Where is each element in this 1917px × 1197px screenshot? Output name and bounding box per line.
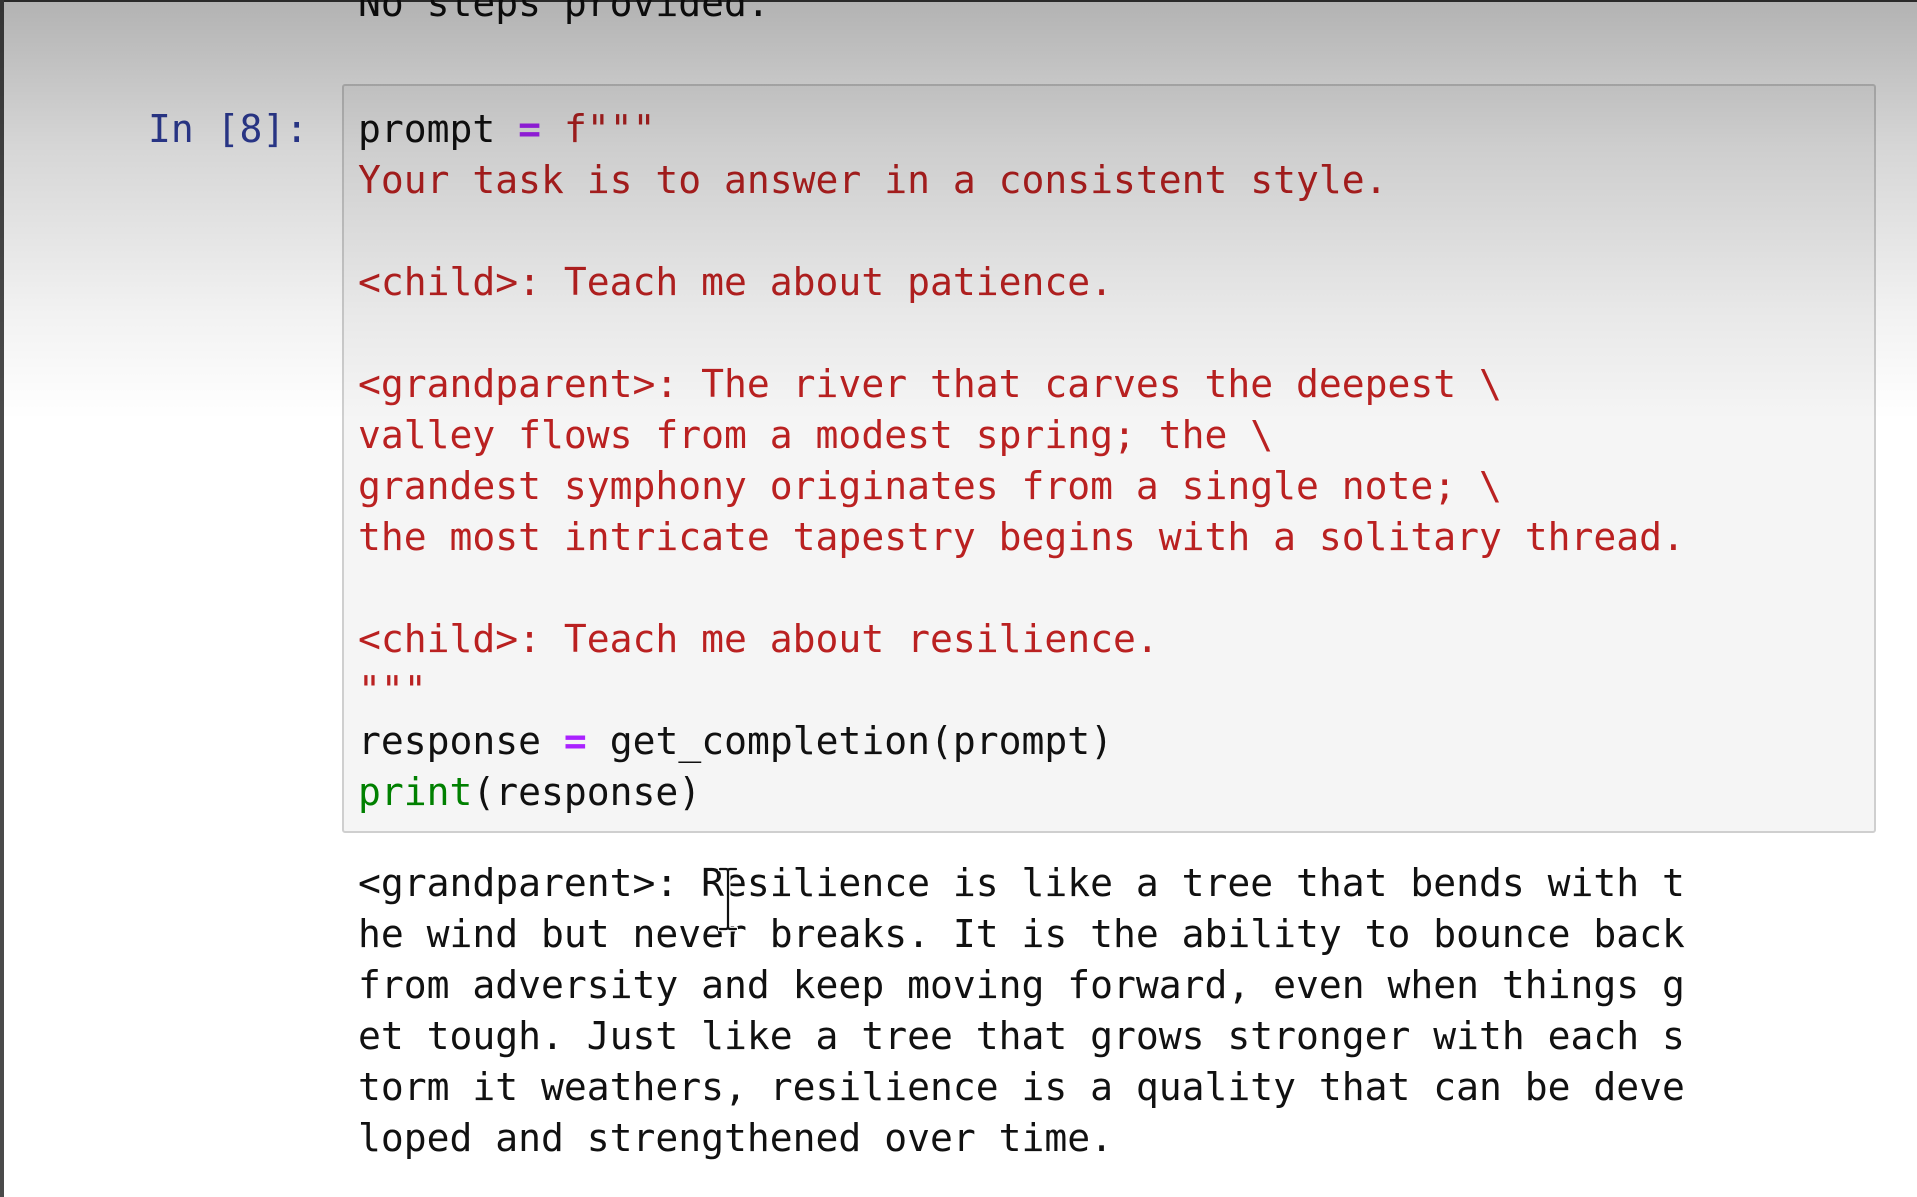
code-builtin: print: [358, 770, 473, 814]
code-string-line: <child>: Teach me about patience.: [358, 260, 1113, 304]
code-editor[interactable]: prompt = f""" Your task is to answer in …: [358, 104, 1685, 818]
code-operator: =: [518, 107, 542, 151]
code-cell-input[interactable]: prompt = f""" Your task is to answer in …: [342, 84, 1876, 833]
code-string-open: f""": [563, 107, 656, 151]
code-string-line: grandest symphony originates from a sing…: [358, 464, 1502, 508]
code-operator: =: [563, 719, 587, 763]
output-line: loped and strengthened over time.: [358, 1116, 1113, 1160]
code-function-call: get_completion(prompt): [609, 719, 1114, 763]
code-arguments: (response): [472, 770, 702, 814]
text-cursor-icon: [718, 866, 738, 932]
code-string-line: the most intricate tapestry begins with …: [358, 515, 1685, 559]
previous-cell-output: No steps provided.: [358, 0, 770, 25]
code-string-line: Your task is to answer in a consistent s…: [358, 158, 1388, 202]
window-top-border: [0, 0, 1917, 2]
window-left-border: [0, 0, 4, 1197]
code-string-line: <grandparent>: The river that carves the…: [358, 362, 1502, 406]
output-line: torm it weathers, resilience is a qualit…: [358, 1065, 1685, 1109]
output-line: he wind but never breaks. It is the abil…: [358, 912, 1685, 956]
cell-output: <grandparent>: Resilience is like a tree…: [358, 858, 1685, 1164]
cell-prompt-label: In [8]:: [148, 107, 309, 151]
output-line: et tough. Just like a tree that grows st…: [358, 1014, 1685, 1058]
code-string-line: <child>: Teach me about resilience.: [358, 617, 1159, 661]
code-string-close: """: [358, 668, 427, 712]
output-line: <grandparent>: Resilience is like a tree…: [358, 861, 1685, 905]
code-variable: prompt: [358, 107, 496, 151]
code-variable: response: [358, 719, 542, 763]
code-string-line: valley flows from a modest spring; the \: [358, 413, 1274, 457]
output-line: from adversity and keep moving forward, …: [358, 963, 1685, 1007]
